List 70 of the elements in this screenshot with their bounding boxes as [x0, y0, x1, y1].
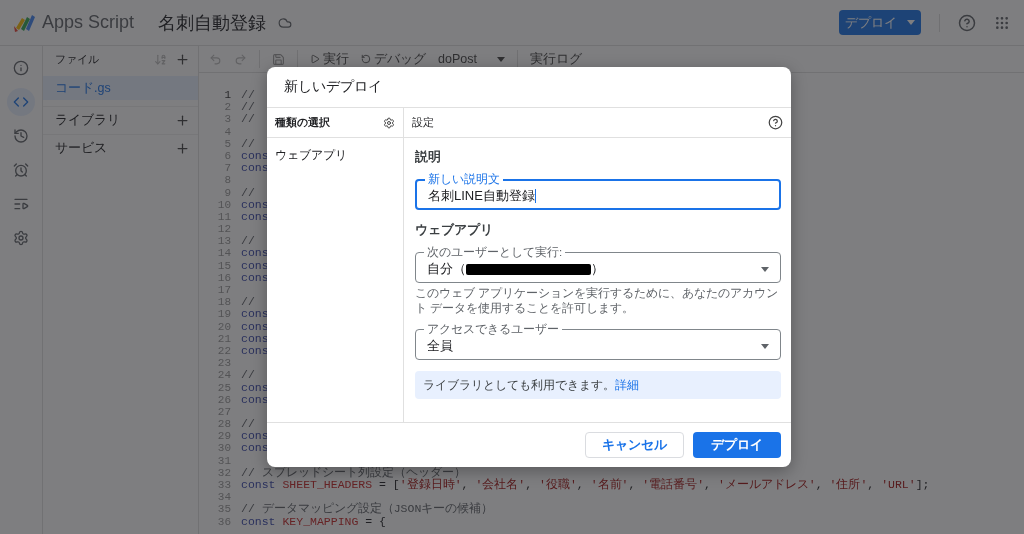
code-line: // — [241, 296, 255, 309]
code-line: cons — [241, 393, 269, 406]
cancel-button[interactable]: キャンセル — [585, 432, 684, 458]
code-line: cons — [241, 247, 269, 260]
debug-button[interactable]: デバッグ — [361, 50, 426, 68]
redo-icon[interactable] — [234, 52, 247, 66]
code-line: cons — [241, 308, 269, 321]
code-line: cons — [241, 198, 269, 211]
code-line: cons — [241, 442, 269, 455]
code-line: cons — [241, 332, 269, 345]
caret-icon — [907, 20, 915, 25]
files-title: ファイル — [55, 51, 100, 67]
logo-icon — [14, 13, 36, 32]
undo-icon[interactable] — [209, 52, 222, 66]
code-line: // — [241, 369, 255, 382]
cloud-icon — [278, 15, 293, 30]
refresh-icon — [361, 54, 371, 64]
section-heading: 説明 — [415, 149, 442, 166]
code-line: // — [241, 137, 255, 150]
section-title: ライブラリ — [55, 112, 120, 129]
access-select[interactable]: アクセスできるユーザー 全員 — [415, 322, 781, 360]
code-line: const KEY_MAPPING = { — [241, 515, 386, 528]
help-icon[interactable] — [768, 115, 783, 130]
help-text: このウェブ アプリケーションを実行するために、あなたのアカウント データを使用することを許可します。 — [415, 286, 780, 316]
code-line: // — [241, 113, 255, 126]
code-line: // — [241, 418, 255, 431]
code-line: const SHEET_HEADERS = ['登録日時', '会社名', '役職', '名前', '電話番号', 'メールアドレス', '住所', 'URL']; — [241, 479, 930, 492]
details-link[interactable]: 詳細 — [615, 377, 639, 392]
section-heading: ウェブアプリ — [415, 222, 494, 239]
code-line: cons — [241, 162, 269, 175]
line-number: 1 — [223, 89, 231, 102]
code-line: cons — [241, 271, 269, 284]
sort-az-icon[interactable] — [154, 52, 167, 66]
caret-icon — [496, 56, 505, 62]
save-icon[interactable] — [272, 52, 285, 66]
code-line: // — [241, 101, 255, 114]
code-line: cons — [241, 430, 269, 443]
code-line: // — [241, 89, 255, 102]
play-icon — [310, 54, 320, 64]
run-button[interactable]: 実行 — [310, 50, 349, 68]
description-field[interactable]: 新しい説明文 名刺LINE自動登録 — [415, 172, 781, 210]
deploy-button[interactable]: デプロイ — [839, 10, 921, 35]
product-name: Apps Script — [42, 12, 135, 33]
deploy-button[interactable]: デプロイ — [693, 432, 781, 458]
dialog-title: 新しいデプロイ — [267, 67, 791, 108]
caret-icon — [761, 343, 769, 349]
code-line: cons — [241, 381, 269, 394]
caret-icon — [761, 266, 769, 272]
code-line: cons — [241, 210, 269, 224]
code-line: cons — [241, 259, 269, 272]
column-title: 種類の選択 — [275, 115, 330, 130]
add-icon[interactable] — [175, 141, 190, 156]
project-title[interactable]: 名刺自動登録 — [158, 10, 267, 35]
function-select[interactable]: doPost — [438, 52, 505, 66]
code-line: cons — [241, 149, 269, 163]
add-icon[interactable] — [175, 113, 190, 128]
code-icon[interactable] — [7, 88, 35, 116]
settings-icon[interactable] — [383, 116, 395, 129]
apps-grid-icon[interactable] — [994, 14, 1010, 31]
code-line: // — [241, 235, 255, 248]
code-line: // — [241, 186, 255, 199]
execution-log-button[interactable]: 実行ログ — [529, 50, 582, 68]
code-line: cons — [241, 344, 269, 358]
info-text: ライブラリとしても利用できます。詳細 — [423, 376, 639, 394]
column-title: 設定 — [412, 115, 434, 130]
run-as-select[interactable]: 次のユーザーとして実行: 自分（ ） — [415, 245, 781, 283]
code-line: cons — [241, 320, 269, 333]
section-title: サービス — [55, 140, 107, 157]
add-icon[interactable] — [175, 51, 190, 67]
file-item[interactable]: コード.gs — [43, 76, 198, 100]
